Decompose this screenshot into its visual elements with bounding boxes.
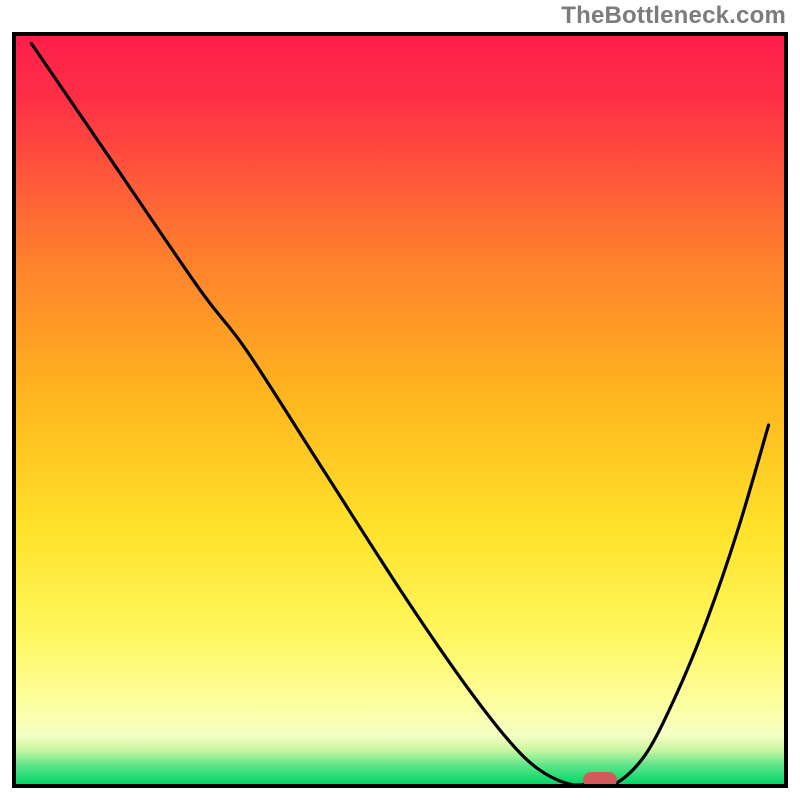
chart-svg: [16, 36, 784, 784]
watermark-text: TheBottleneck.com: [561, 2, 786, 30]
chart-frame: [12, 32, 788, 788]
plot-area: [16, 36, 784, 784]
gradient-background: [16, 36, 784, 784]
optimal-marker: [583, 772, 617, 784]
